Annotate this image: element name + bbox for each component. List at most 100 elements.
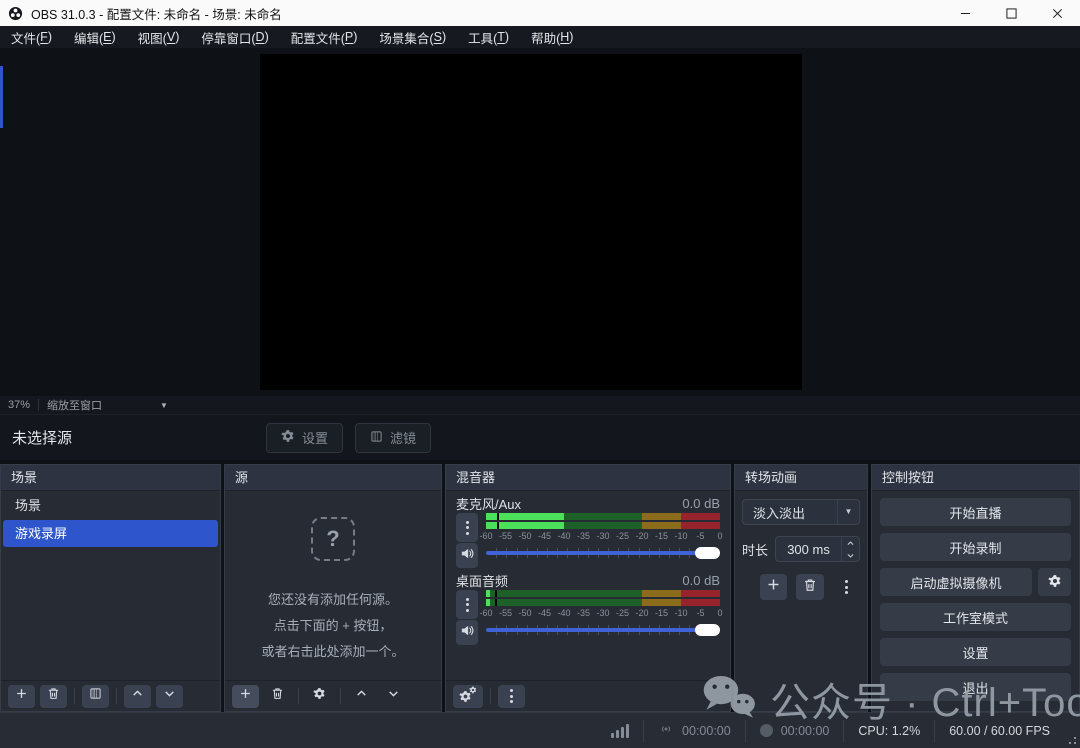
status-bar: 00:00:00 00:00:00 CPU: 1.2% 60.00 / 60.0… bbox=[0, 712, 1080, 748]
menu-item[interactable]: 文件(F) bbox=[0, 26, 63, 48]
plus-icon bbox=[15, 687, 28, 705]
move-scene-down-button[interactable] bbox=[156, 685, 183, 708]
question-mark-icon: ? bbox=[311, 517, 355, 561]
slider-handle[interactable] bbox=[695, 624, 720, 636]
fps-counter: 60.00 / 60.00 FPS bbox=[934, 720, 1064, 742]
network-status bbox=[597, 720, 643, 742]
no-source-label: 未选择源 bbox=[12, 427, 72, 448]
channel-menu-button[interactable] bbox=[456, 513, 478, 542]
studio-mode-button[interactable]: 工作室模式 bbox=[880, 603, 1071, 631]
trash-icon bbox=[47, 687, 60, 705]
channel-menu-button[interactable] bbox=[456, 590, 478, 619]
meter-scale: -60-55-50-45-40-35-30-25-20-15-10-50 bbox=[486, 531, 720, 542]
sources-dock-title: 源 bbox=[225, 465, 441, 491]
plus-icon bbox=[239, 687, 252, 705]
volume-meter: -60-55-50-45-40-35-30-25-20-15-10-50 bbox=[486, 513, 720, 542]
virtual-camera-settings-button[interactable] bbox=[1038, 568, 1071, 596]
scene-filters-button[interactable] bbox=[82, 685, 109, 708]
advanced-audio-button[interactable] bbox=[453, 685, 483, 708]
record-timer: 00:00:00 bbox=[781, 724, 830, 738]
duration-value: 300 ms bbox=[776, 542, 841, 557]
mixer-channel: 桌面音频0.0 dB-60-55-50-45-40-35-30-25-20-15… bbox=[446, 568, 730, 645]
filter-icon bbox=[89, 687, 102, 705]
scene-list: 场景游戏录屏 bbox=[1, 492, 220, 547]
meter-scale: -60-55-50-45-40-35-30-25-20-15-10-50 bbox=[486, 608, 720, 619]
chevron-down-icon bbox=[387, 687, 400, 705]
channel-volume-db: 0.0 dB bbox=[682, 573, 720, 588]
mixer-channel: 麦克风/Aux0.0 dB-60-55-50-45-40-35-30-25-20… bbox=[446, 491, 730, 568]
move-source-down-button[interactable] bbox=[380, 685, 407, 708]
menu-item[interactable]: 帮助(H) bbox=[520, 26, 584, 48]
slider-handle[interactable] bbox=[695, 547, 720, 559]
duration-label: 时长 bbox=[742, 540, 768, 559]
spin-up-button[interactable] bbox=[842, 537, 859, 549]
window-title: OBS 31.0.3 - 配置文件: 未命名 - 场景: 未命名 bbox=[31, 4, 282, 23]
start-streaming-button[interactable]: 开始直播 bbox=[880, 498, 1071, 526]
menu-item[interactable]: 视图(V) bbox=[127, 26, 191, 48]
transition-select[interactable]: 淡入淡出 ▼ bbox=[742, 499, 860, 525]
exit-button[interactable]: 退出 bbox=[880, 673, 1071, 701]
mixer-dock-title: 混音器 bbox=[446, 465, 730, 491]
trash-icon bbox=[803, 578, 817, 597]
transitions-dock-title: 转场动画 bbox=[735, 465, 867, 491]
move-source-up-button[interactable] bbox=[348, 685, 375, 708]
remove-scene-button[interactable] bbox=[40, 685, 67, 708]
volume-slider[interactable] bbox=[486, 623, 720, 637]
transition-menu-button[interactable] bbox=[833, 574, 860, 600]
add-scene-button[interactable] bbox=[8, 685, 35, 708]
menu-item[interactable]: 工具(T) bbox=[457, 26, 520, 48]
gear-icon bbox=[313, 687, 326, 705]
left-edge-accent bbox=[0, 66, 3, 128]
minimize-button[interactable] bbox=[942, 0, 988, 26]
filter-icon bbox=[370, 430, 383, 446]
speaker-icon bbox=[460, 623, 475, 643]
sources-toolbar bbox=[225, 680, 441, 711]
stream-timer: 00:00:00 bbox=[682, 724, 731, 738]
transition-selected: 淡入淡出 bbox=[743, 503, 837, 522]
settings-button[interactable]: 设置 bbox=[880, 638, 1071, 666]
cpu-usage: CPU: 1.2% bbox=[843, 720, 934, 742]
menu-item[interactable]: 编辑(E) bbox=[63, 26, 127, 48]
signal-bars-icon bbox=[611, 724, 629, 738]
kebab-icon bbox=[845, 580, 848, 594]
mixer-menu-button[interactable] bbox=[498, 685, 525, 708]
menu-item[interactable]: 停靠窗口(D) bbox=[190, 26, 279, 48]
channel-volume-db: 0.0 dB bbox=[682, 496, 720, 511]
add-source-button[interactable] bbox=[232, 685, 259, 708]
start-recording-button[interactable]: 开始录制 bbox=[880, 533, 1071, 561]
zoom-row[interactable]: 37% 缩放至窗口 ▼ bbox=[0, 396, 1080, 414]
remove-source-button[interactable] bbox=[264, 685, 291, 708]
add-transition-button[interactable] bbox=[760, 574, 787, 600]
maximize-button[interactable] bbox=[988, 0, 1034, 26]
title-bar: OBS 31.0.3 - 配置文件: 未命名 - 场景: 未命名 bbox=[0, 0, 1080, 26]
broadcast-icon bbox=[658, 721, 674, 740]
scene-list-item[interactable]: 场景 bbox=[3, 492, 218, 519]
spin-down-button[interactable] bbox=[842, 549, 859, 561]
move-scene-up-button[interactable] bbox=[124, 685, 151, 708]
preview-canvas[interactable] bbox=[260, 54, 802, 390]
transitions-dock: 转场动画 淡入淡出 ▼ 时长 300 ms bbox=[734, 464, 868, 712]
start-virtual-camera-button[interactable]: 启动虚拟摄像机 bbox=[880, 568, 1032, 596]
duration-spinner[interactable]: 300 ms bbox=[775, 536, 860, 562]
remove-transition-button[interactable] bbox=[796, 574, 823, 600]
mute-button[interactable] bbox=[456, 620, 478, 645]
sources-empty-state[interactable]: ? 您还没有添加任何源。点击下面的 + 按钮，或者右击此处添加一个。 bbox=[225, 517, 441, 665]
mute-button[interactable] bbox=[456, 543, 478, 568]
close-button[interactable] bbox=[1034, 0, 1080, 26]
menu-item[interactable]: 配置文件(P) bbox=[280, 26, 369, 48]
volume-slider[interactable] bbox=[486, 546, 720, 560]
sources-empty-text: 或者右击此处添加一个。 bbox=[225, 639, 441, 665]
kebab-icon bbox=[466, 521, 469, 535]
plus-icon bbox=[766, 577, 781, 597]
obs-window: OBS 31.0.3 - 配置文件: 未命名 - 场景: 未命名 文件(F)编辑… bbox=[0, 0, 1080, 748]
source-properties-button[interactable]: 设置 bbox=[266, 423, 343, 453]
scene-list-item[interactable]: 游戏录屏 bbox=[3, 520, 218, 547]
scenes-dock-title: 场景 bbox=[1, 465, 220, 491]
sources-empty-text: 您还没有添加任何源。 bbox=[225, 587, 441, 613]
source-filters-button[interactable]: 滤镜 bbox=[355, 423, 431, 453]
menu-item[interactable]: 场景集合(S) bbox=[368, 26, 457, 48]
resize-grip[interactable] bbox=[1064, 732, 1076, 744]
source-properties-toolbar-button[interactable] bbox=[306, 685, 333, 708]
gear-icon bbox=[1048, 574, 1062, 591]
chevron-down-icon: ▼ bbox=[837, 500, 859, 524]
